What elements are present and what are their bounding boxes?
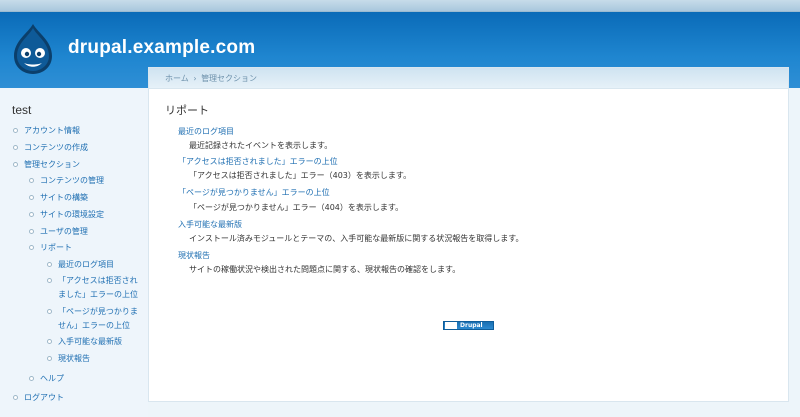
drupal-logo-icon[interactable] [12, 23, 54, 75]
bullet-icon [13, 128, 18, 133]
sidebar-item-label: ヘルプ [40, 374, 64, 383]
bullet-icon [47, 356, 52, 361]
sidebar-item-account[interactable]: アカウント情報 [13, 124, 80, 138]
bullet-icon [29, 245, 34, 250]
sidebar-item-label: 最近のログ項目 [58, 260, 114, 269]
sidebar-item-user-management[interactable]: ユーザの管理 [29, 225, 88, 239]
report-link-status-report[interactable]: 現状報告 [178, 250, 210, 261]
report-link-recent-log[interactable]: 最近のログ項目 [178, 126, 234, 137]
sidebar-item-page-not-found[interactable]: 「ページが見つかりま せん」エラーの上位 [47, 305, 138, 333]
sidebar-item-site-building[interactable]: サイトの構築 [29, 191, 88, 205]
sidebar-item-label: 管理セクション [24, 160, 80, 169]
bullet-icon [13, 145, 18, 150]
site-name[interactable]: drupal.example.com [68, 37, 255, 59]
sidebar-item-administer[interactable]: 管理セクション [13, 158, 80, 172]
sidebar-item-recent-log[interactable]: 最近のログ項目 [47, 258, 114, 272]
sidebar-item-label: 「アクセスは拒否され [58, 276, 138, 285]
report-description: 最近記録されたイベントを表示します。 [189, 141, 333, 150]
sidebar-item-label: サイトの構築 [40, 193, 88, 202]
bullet-icon [29, 212, 34, 217]
sidebar-item-label: ログアウト [24, 393, 64, 402]
sidebar-item-label: サイトの環境設定 [40, 210, 104, 219]
sidebar-item-label: 現状報告 [58, 354, 90, 363]
sidebar-item-label: 入手可能な最新版 [58, 337, 122, 346]
bullet-icon [47, 339, 52, 344]
bullet-icon [47, 309, 52, 314]
sidebar-item-label: コンテンツの作成 [24, 143, 88, 152]
sidebar-item-create-content[interactable]: コンテンツの作成 [13, 141, 88, 155]
powered-by-drupal-badge[interactable]: Drupal [443, 321, 494, 330]
breadcrumb: ホーム › 管理セクション [149, 68, 788, 89]
bullet-icon [29, 229, 34, 234]
report-description: サイトの稼働状況や検出された問題点に関する、現状報告の確認をします。 [189, 265, 461, 274]
sidebar-title: test [12, 103, 32, 117]
bullet-icon [47, 262, 52, 267]
bullet-icon [13, 162, 18, 167]
sidebar-item-label: コンテンツの管理 [40, 176, 104, 185]
report-link-access-denied[interactable]: 「アクセスは拒否されました」エラーの上位 [178, 156, 338, 167]
bullet-icon [29, 178, 34, 183]
sidebar-item-label: 「ページが見つかりま [58, 307, 138, 316]
report-link-available-updates[interactable]: 入手可能な最新版 [178, 219, 242, 230]
sidebar-item-label: アカウント情報 [24, 126, 80, 135]
sidebar-item-help[interactable]: ヘルプ [29, 372, 64, 386]
report-link-page-not-found[interactable]: 「ページが見つかりません」エラーの上位 [178, 187, 330, 198]
bullet-icon [47, 278, 52, 283]
report-description: インストール済みモジュールとテーマの、入手可能な最新版に関する状況報告を取得しま… [189, 234, 524, 243]
sidebar-item-label: ました」エラーの上位 [58, 290, 138, 299]
sidebar-item-reports[interactable]: リポート [29, 241, 72, 255]
sidebar-item-status-report[interactable]: 現状報告 [47, 352, 90, 366]
breadcrumb-separator: › [193, 74, 197, 83]
sidebar-item-access-denied[interactable]: 「アクセスは拒否され ました」エラーの上位 [47, 274, 138, 302]
page-title: リポート [165, 104, 209, 117]
bullet-icon [29, 376, 34, 381]
powered-by-label: Drupal [460, 322, 483, 329]
report-description: 「ページが見つかりません」エラー（404）を表示します。 [189, 203, 404, 212]
drupal-drop-icon [445, 322, 457, 329]
bullet-icon [29, 195, 34, 200]
main-content: ホーム › 管理セクション リポート 最近のログ項目 最近記録されたイベントを表… [148, 67, 789, 402]
sidebar-item-content-management[interactable]: コンテンツの管理 [29, 174, 104, 188]
report-description: 「アクセスは拒否されました」エラー（403）を表示します。 [189, 171, 412, 180]
sidebar-item-logout[interactable]: ログアウト [13, 391, 64, 405]
top-strip [0, 0, 800, 12]
sidebar-item-label: ユーザの管理 [40, 227, 88, 236]
sidebar: test アカウント情報 コンテンツの作成 管理セクション コンテンツの管理 サ… [0, 88, 148, 417]
sidebar-item-label: リポート [40, 243, 72, 252]
breadcrumb-home[interactable]: ホーム [165, 74, 189, 83]
sidebar-item-label: せん」エラーの上位 [58, 321, 130, 330]
sidebar-item-site-configuration[interactable]: サイトの環境設定 [29, 208, 104, 222]
breadcrumb-admin[interactable]: 管理セクション [201, 74, 257, 83]
bullet-icon [13, 395, 18, 400]
sidebar-item-available-updates[interactable]: 入手可能な最新版 [47, 335, 122, 349]
